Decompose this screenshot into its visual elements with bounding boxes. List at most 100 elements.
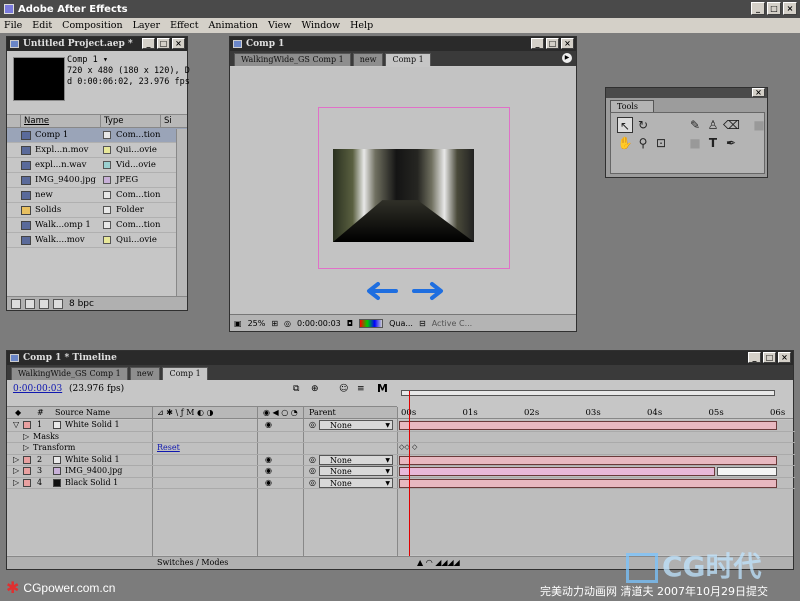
switches-modes-toggle[interactable]: Switches / Modes xyxy=(157,558,228,567)
label-color-swatch[interactable] xyxy=(103,146,111,154)
timeline-maximize-button[interactable]: □ xyxy=(763,352,776,363)
parent-select[interactable]: None xyxy=(319,454,393,465)
menu-window[interactable]: Window xyxy=(301,20,340,31)
label-color-swatch[interactable] xyxy=(103,161,111,169)
menu-edit[interactable]: Edit xyxy=(32,20,52,31)
pick-whip-icon[interactable]: ◎ xyxy=(309,455,316,464)
menu-help[interactable]: Help xyxy=(350,20,373,31)
timeline-close-button[interactable]: × xyxy=(778,352,791,363)
selection-tool-icon[interactable]: ↖ xyxy=(617,117,633,133)
label-color-swatch[interactable] xyxy=(23,467,31,475)
project-scrollbar[interactable] xyxy=(176,129,187,297)
eraser-tool-icon[interactable]: ⌫ xyxy=(723,117,740,133)
layer-duration-bar[interactable] xyxy=(399,455,777,465)
rect-mask-tool-icon[interactable]: ■ xyxy=(751,117,767,133)
pick-whip-icon[interactable]: ◎ xyxy=(309,420,316,429)
pick-whip-icon[interactable]: ◎ xyxy=(309,478,316,487)
comp-viewport[interactable] xyxy=(230,67,576,315)
comp-maximize-button[interactable]: □ xyxy=(546,38,559,49)
label-color-swatch[interactable] xyxy=(103,131,111,139)
masks-row[interactable]: ▷ Masks xyxy=(7,432,795,443)
motion-blur-icon[interactable]: M xyxy=(377,382,388,395)
label-color-swatch[interactable] xyxy=(23,421,31,429)
layer-duration-bar[interactable] xyxy=(399,467,715,476)
timeline-minimize-button[interactable]: _ xyxy=(748,352,761,363)
pen-tool-icon[interactable]: ✒ xyxy=(723,135,739,151)
expand-triangle-icon[interactable]: ▷ xyxy=(13,455,19,464)
comp-timecode[interactable]: 0:00:00:03 xyxy=(297,319,341,328)
project-item[interactable]: Walk...omp 1 Com...tion xyxy=(7,218,187,233)
project-item[interactable]: new Com...tion xyxy=(7,188,187,203)
tools-close-button[interactable]: × xyxy=(752,88,765,97)
column-type[interactable]: Type xyxy=(101,114,161,128)
eye-icon[interactable]: ◉ xyxy=(265,455,272,464)
layer-name[interactable]: Black Solid 1 xyxy=(65,478,118,487)
quality-select[interactable]: Qua... xyxy=(389,319,413,328)
layer-name[interactable]: White Solid 1 xyxy=(65,455,120,464)
comp-tab-new[interactable]: new xyxy=(352,53,384,66)
project-minimize-button[interactable]: _ xyxy=(142,38,155,49)
info-name[interactable]: Comp 1 ▾ xyxy=(67,55,190,66)
layer-duration-bar[interactable] xyxy=(399,421,777,430)
column-source-name[interactable]: Source Name xyxy=(55,408,110,417)
safe-zones-icon[interactable]: ⊞ xyxy=(271,319,278,328)
new-folder-icon[interactable] xyxy=(25,298,35,309)
region-icon[interactable]: ⊟ xyxy=(419,319,426,328)
parent-select[interactable]: None xyxy=(319,466,393,476)
label-color-swatch[interactable] xyxy=(103,236,111,244)
timeline-tab-comp1[interactable]: Comp 1 xyxy=(162,367,208,380)
label-color-swatch[interactable] xyxy=(103,191,111,199)
project-item[interactable]: Expl...n.mov Qui...ovie xyxy=(7,143,187,158)
layer-row[interactable]: ▷ 3 IMG_9400.jpg ◉ ◎ None xyxy=(7,466,795,478)
expand-triangle-icon[interactable]: ▷ xyxy=(13,478,19,487)
column-parent[interactable]: Parent xyxy=(309,408,336,417)
eye-icon[interactable]: ◉ xyxy=(265,478,272,487)
shy-icon[interactable]: ☺ xyxy=(339,384,348,394)
close-button[interactable]: × xyxy=(783,2,797,15)
zoom-tool-icon[interactable]: ⚲ xyxy=(635,135,651,151)
tools-tab[interactable]: Tools xyxy=(610,100,654,112)
parent-select[interactable]: None xyxy=(319,477,393,488)
time-ruler[interactable]: 00s01s02s03s04s05s06s xyxy=(397,387,793,419)
maximize-button[interactable]: □ xyxy=(767,2,781,15)
label-color-swatch[interactable] xyxy=(103,176,111,184)
channel-icon[interactable] xyxy=(359,318,384,328)
text-tool-icon[interactable]: T xyxy=(705,135,721,151)
project-item[interactable]: Comp 1 Com...tion xyxy=(7,128,187,143)
playhead[interactable] xyxy=(409,391,410,556)
timeline-tab-walkingwide[interactable]: WalkingWide_GS Comp 1 xyxy=(11,367,128,380)
camera-orbit-tool-icon[interactable]: ⊡ xyxy=(653,135,669,151)
brush-tool-icon[interactable]: ✎ xyxy=(687,117,703,133)
shape-tool-icon[interactable]: ■ xyxy=(687,135,703,151)
project-item[interactable]: Walk....mov Qui...ovie xyxy=(7,233,187,248)
expand-triangle-icon[interactable]: ▷ xyxy=(23,432,29,441)
expand-triangle-icon[interactable]: ▽ xyxy=(13,420,19,429)
menu-animation[interactable]: Animation xyxy=(209,20,258,31)
hand-tool-icon[interactable]: ✋ xyxy=(617,135,633,151)
project-maximize-button[interactable]: □ xyxy=(157,38,170,49)
draft-3d-icon[interactable]: ⊕ xyxy=(311,384,319,394)
reset-link[interactable]: Reset xyxy=(157,443,180,452)
menu-file[interactable]: File xyxy=(4,20,22,31)
new-comp-icon[interactable] xyxy=(39,298,49,309)
column-name[interactable]: Name xyxy=(21,114,101,128)
expand-triangle-icon[interactable]: ▷ xyxy=(23,443,29,452)
pick-whip-icon[interactable]: ◎ xyxy=(309,466,316,475)
label-color-swatch[interactable] xyxy=(23,478,31,487)
eye-icon[interactable]: ◉ xyxy=(265,466,272,475)
bit-depth[interactable]: 8 bpc xyxy=(69,299,94,309)
timeline-timecode[interactable]: 0:00:00:03 xyxy=(13,384,62,394)
layer-name[interactable]: White Solid 1 xyxy=(65,420,120,429)
layer-name[interactable]: IMG_9400.jpg xyxy=(65,466,122,475)
snapshot-icon[interactable]: ◘ xyxy=(347,319,353,328)
eye-icon[interactable]: ◉ xyxy=(265,420,272,429)
tab-menu-arrow-icon[interactable]: ▶ xyxy=(562,53,572,63)
project-item[interactable]: expl...n.wav Vid...ovie xyxy=(7,158,187,173)
comp-flowchart-icon[interactable]: ⧉ xyxy=(293,384,299,394)
find-icon[interactable] xyxy=(11,298,21,309)
comp-close-button[interactable]: × xyxy=(561,38,574,49)
menu-layer[interactable]: Layer xyxy=(133,20,161,31)
work-area-bar[interactable] xyxy=(401,390,775,396)
frame-blend-icon[interactable]: ≡ xyxy=(357,384,365,394)
project-item[interactable]: IMG_9400.jpg JPEG xyxy=(7,173,187,188)
